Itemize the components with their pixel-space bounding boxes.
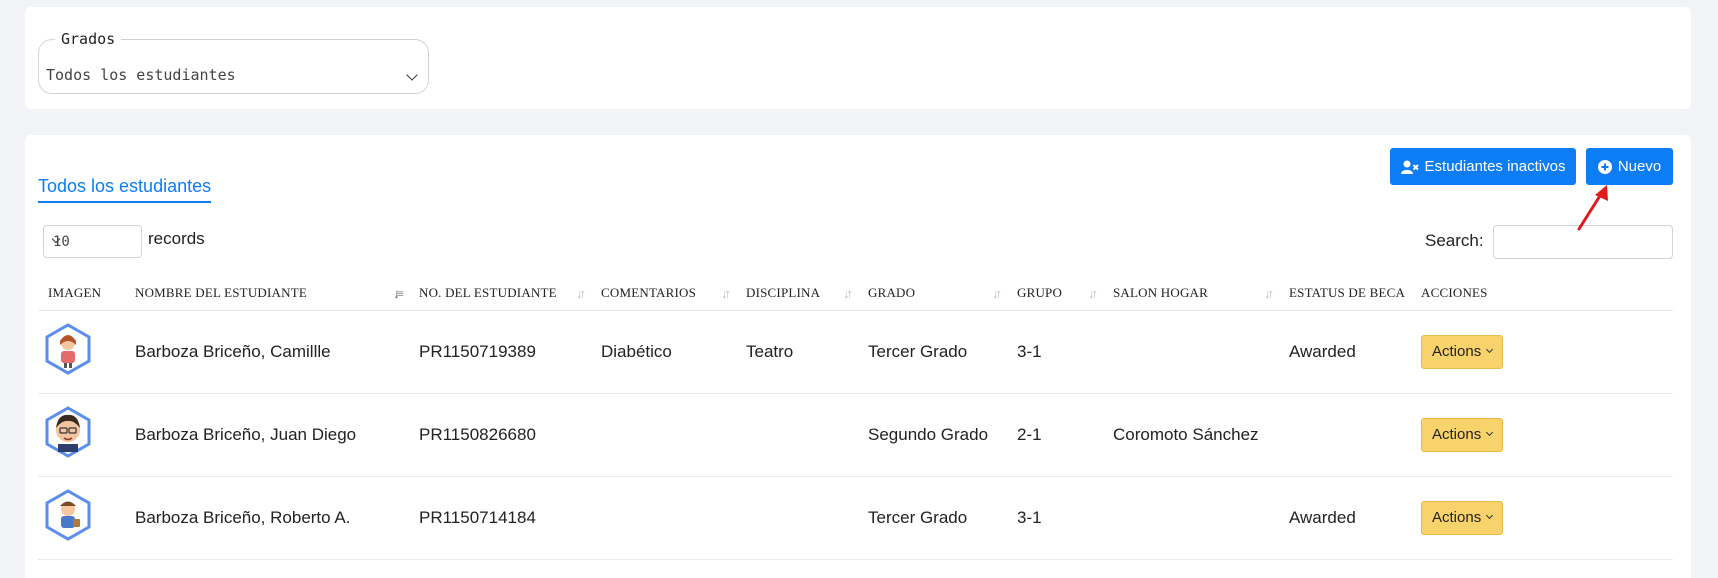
sort-icon: ↓↑ bbox=[992, 286, 1002, 301]
boy-student-avatar-icon bbox=[45, 489, 91, 541]
col-student-number[interactable]: NO. DEL ESTUDIANTE ↓↑ bbox=[409, 276, 591, 311]
chevron-down-icon bbox=[406, 69, 418, 81]
student-comments bbox=[591, 476, 736, 560]
table-row: Barboza Briceño, Roberto A. PR1150714184… bbox=[38, 476, 1673, 560]
student-grade: Tercer Grado bbox=[858, 476, 1007, 560]
girl-student-avatar-icon bbox=[45, 323, 91, 375]
student-homeroom: Coromoto Sánchez bbox=[1103, 393, 1279, 477]
students-table-card: Estudiantes inactivos Nuevo Todos los es… bbox=[25, 135, 1691, 578]
sort-icon: ↓↑ bbox=[576, 286, 586, 301]
actions-dropdown-button[interactable]: Actions bbox=[1421, 500, 1504, 535]
search-label: Search: bbox=[1425, 231, 1484, 250]
student-comments bbox=[591, 393, 736, 477]
avatar-cell bbox=[38, 393, 125, 477]
student-grade: Tercer Grado bbox=[858, 310, 1007, 394]
actions-cell: Actions bbox=[1411, 476, 1673, 560]
avatar-cell bbox=[38, 310, 125, 394]
student-name: Barboza Briceño, Juan Diego bbox=[125, 393, 409, 477]
student-discipline bbox=[736, 393, 858, 477]
boy-student-avatar-icon bbox=[45, 406, 91, 458]
inactive-students-label: Estudiantes inactivos bbox=[1424, 158, 1566, 175]
col-student-name[interactable]: NOMBRE DEL ESTUDIANTE ↓≡ bbox=[125, 276, 409, 311]
chevron-down-icon bbox=[1486, 428, 1494, 437]
grade-filter-card: Grados Todos los estudiantes bbox=[25, 7, 1691, 109]
red-arrow-annotation-icon bbox=[1577, 185, 1608, 231]
scholarship-status: Awarded bbox=[1279, 476, 1411, 560]
student-homeroom bbox=[1103, 476, 1279, 560]
user-remove-icon bbox=[1400, 160, 1419, 174]
new-student-button[interactable]: Nuevo bbox=[1586, 148, 1673, 185]
chevron-down-icon bbox=[1486, 345, 1494, 354]
scholarship-status bbox=[1279, 393, 1411, 477]
student-name: Barboza Briceño, Camillle bbox=[125, 310, 409, 394]
student-name: Barboza Briceño, Roberto A. bbox=[125, 476, 409, 560]
col-actions: ACCIONES bbox=[1411, 276, 1673, 311]
scholarship-status: Awarded bbox=[1279, 310, 1411, 394]
chevron-down-icon bbox=[1486, 511, 1494, 520]
student-group: 2-1 bbox=[1007, 393, 1103, 477]
actions-dropdown-button[interactable]: Actions bbox=[1421, 417, 1504, 452]
sort-icon: ↓↑ bbox=[1264, 286, 1274, 301]
avatar-cell bbox=[38, 476, 125, 560]
records-label: records bbox=[148, 229, 205, 248]
grade-select-legend: Grados bbox=[61, 30, 116, 48]
col-grade[interactable]: GRADO ↓↑ bbox=[858, 276, 1007, 311]
table-header-row: IMAGEN NOMBRE DEL ESTUDIANTE ↓≡ NO. DEL E… bbox=[38, 276, 1673, 311]
table-row: Barboza Briceño, Juan Diego PR1150826680… bbox=[38, 393, 1673, 477]
student-comments: Diabético bbox=[591, 310, 736, 394]
tab-all-students[interactable]: Todos los estudiantes bbox=[38, 176, 212, 203]
col-scholarship-status: ESTATUS DE BECA bbox=[1279, 276, 1411, 311]
grade-select-value: Todos los estudiantes bbox=[46, 66, 236, 84]
student-number: PR1150826680 bbox=[409, 393, 591, 477]
sort-icon: ↓↑ bbox=[843, 286, 853, 301]
student-grade: Segundo Grado bbox=[858, 393, 1007, 477]
col-comments[interactable]: COMENTARIOS ↓↑ bbox=[591, 276, 736, 311]
col-homeroom[interactable]: SALON HOGAR ↓↑ bbox=[1103, 276, 1279, 311]
grade-select[interactable]: Grados Todos los estudiantes bbox=[38, 30, 429, 94]
col-group[interactable]: GRUPO ↓↑ bbox=[1007, 276, 1103, 311]
student-group: 3-1 bbox=[1007, 476, 1103, 560]
student-homeroom bbox=[1103, 310, 1279, 394]
sort-icon: ↓↑ bbox=[721, 286, 731, 301]
page-length-select[interactable]: 10 bbox=[43, 225, 142, 258]
actions-dropdown-button[interactable]: Actions bbox=[1421, 334, 1504, 369]
actions-cell: Actions bbox=[1411, 310, 1673, 394]
col-discipline[interactable]: DISCIPLINA ↓↑ bbox=[736, 276, 858, 311]
sort-desc-icon: ↓≡ bbox=[393, 286, 404, 301]
inactive-students-button[interactable]: Estudiantes inactivos bbox=[1390, 148, 1576, 185]
table-row: Barboza Briceño, Camillle PR1150719389 D… bbox=[38, 310, 1673, 394]
plus-circle-icon bbox=[1597, 159, 1612, 174]
students-table: IMAGEN NOMBRE DEL ESTUDIANTE ↓≡ NO. DEL E… bbox=[38, 276, 1673, 560]
student-discipline: Teatro bbox=[736, 310, 858, 394]
student-discipline bbox=[736, 476, 858, 560]
sort-icon: ↓↑ bbox=[1088, 286, 1098, 301]
student-number: PR1150719389 bbox=[409, 310, 591, 394]
col-image: IMAGEN bbox=[38, 276, 125, 311]
actions-cell: Actions bbox=[1411, 393, 1673, 477]
student-group: 3-1 bbox=[1007, 310, 1103, 394]
student-number: PR1150714184 bbox=[409, 476, 591, 560]
new-student-label: Nuevo bbox=[1617, 158, 1662, 175]
